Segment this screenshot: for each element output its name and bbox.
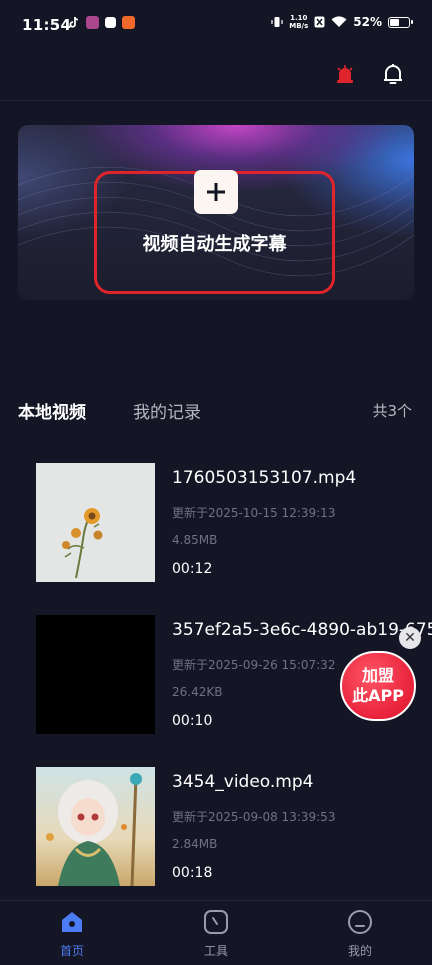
bell-icon[interactable] [382, 62, 404, 86]
orange-app-icon [122, 16, 135, 29]
video-title: 1760503153107.mp4 [172, 468, 357, 488]
bottom-nav: 首页 工具 我的 [0, 900, 432, 965]
nav-item-tools[interactable]: 工具 [176, 909, 256, 959]
battery-fill [390, 18, 399, 26]
net-speed: 1.10 MB/s [289, 14, 309, 30]
video-updated: 更新于2025-10-15 12:39:13 [172, 506, 336, 520]
add-video-button[interactable] [194, 170, 238, 214]
tiktok-icon [69, 16, 79, 28]
tab-local-videos[interactable]: 本地视频 [18, 398, 86, 423]
vibrate-icon [271, 17, 283, 27]
shopping-icon [105, 17, 116, 28]
sim-icon [314, 16, 325, 28]
anime-girl-image [46, 773, 142, 886]
battery-icon [388, 16, 413, 28]
profile-icon [348, 910, 372, 934]
nav-item-profile[interactable]: 我的 [320, 909, 400, 959]
battery-percent: 52% [353, 15, 382, 29]
video-thumbnail[interactable] [36, 767, 155, 886]
video-duration: 00:10 [172, 713, 213, 729]
video-updated: 更新于2025-09-26 15:07:32 [172, 658, 336, 672]
video-duration: 00:12 [172, 561, 213, 577]
status-right: 1.10 MB/s 52% [271, 14, 413, 30]
video-duration: 00:18 [172, 865, 213, 881]
app-notification-icon [86, 16, 99, 29]
video-size: 4.85MB [172, 533, 218, 547]
home-icon [62, 912, 82, 932]
list-item[interactable]: 3454_video.mp4 更新于2025-09-08 13:39:53 2.… [0, 767, 432, 887]
notification-icons [68, 16, 135, 29]
top-bar [0, 52, 432, 101]
total-count: 共3个 [372, 402, 412, 420]
nav-label-tools: 工具 [203, 944, 228, 958]
hero-label: 视频自动生成字幕 [142, 234, 287, 255]
close-badge-button[interactable]: ✕ [399, 627, 421, 649]
video-title: 3454_video.mp4 [172, 772, 314, 792]
nav-item-home[interactable]: 首页 [32, 909, 112, 959]
sunflower-image [62, 508, 103, 579]
status-bar: 11:54 1.10 MB/s 52% [0, 0, 432, 52]
list-item[interactable]: 1760503153107.mp4 更新于2025-10-15 12:39:13… [0, 463, 432, 583]
video-thumbnail[interactable] [36, 463, 155, 582]
video-thumbnail[interactable] [36, 615, 155, 734]
join-badge-line2: 此APP [352, 686, 404, 705]
tab-my-records[interactable]: 我的记录 [133, 398, 201, 423]
tabs: 本地视频 我的记录 [0, 398, 432, 426]
nav-label-home: 首页 [59, 944, 84, 958]
video-title: 357ef2a5-3e6c-4890-ab19-675 [172, 620, 432, 640]
status-time: 11:54 [22, 16, 72, 34]
nav-label-profile: 我的 [347, 944, 372, 958]
join-app-badge[interactable]: 加盟 此APP [340, 651, 416, 721]
wifi-icon [331, 16, 347, 27]
video-updated: 更新于2025-09-08 13:39:53 [172, 810, 336, 824]
alarm-light-icon[interactable] [335, 64, 355, 84]
video-size: 26.42KB [172, 685, 223, 699]
tools-icon [204, 910, 228, 934]
video-size: 2.84MB [172, 837, 218, 851]
plus-icon [207, 183, 225, 201]
join-badge-line1: 加盟 [361, 666, 394, 685]
